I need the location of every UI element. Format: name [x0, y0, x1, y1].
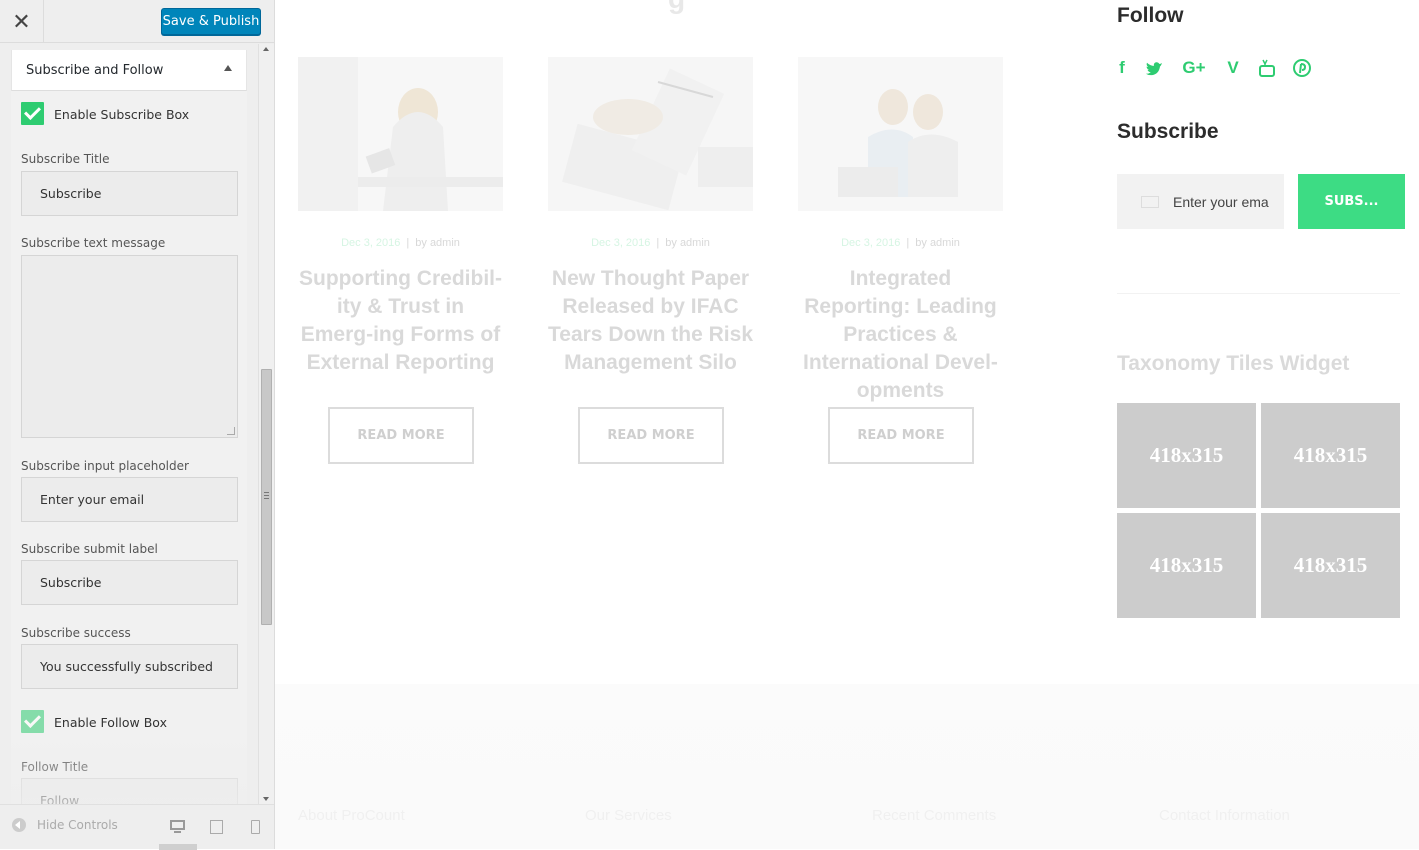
read-more-button[interactable]: READ MORE	[578, 407, 724, 464]
pinterest-icon[interactable]	[1293, 58, 1311, 78]
taxonomy-tile[interactable]: 418x315	[1117, 403, 1256, 508]
post-date[interactable]: Dec 3, 2016	[841, 237, 900, 249]
vimeo-icon[interactable]: V	[1225, 58, 1241, 78]
footer-heading-contact: Contact Information	[1159, 807, 1290, 824]
youtube-icon[interactable]	[1259, 58, 1275, 78]
subscribe-title-input[interactable]: Subscribe	[21, 171, 238, 216]
desktop-preview-icon[interactable]	[169, 818, 187, 836]
subscribe-success-field[interactable]: You successfully subscribed	[21, 644, 238, 689]
post-meta-separator: |	[656, 237, 660, 249]
save-publish-button[interactable]: Save & Publish	[161, 8, 261, 35]
section-panel: Subscribe and Follow Enable Subscribe Bo…	[11, 50, 247, 804]
scrollbar[interactable]	[258, 44, 274, 804]
subscribe-widget-title: Subscribe	[1117, 120, 1219, 143]
post-title[interactable]: Supporting Credibil-ity & Trust in Emerg…	[298, 265, 503, 377]
customizer-footer: Hide Controls	[0, 804, 274, 850]
enable-follow-label: Enable Follow Box	[54, 715, 167, 730]
social-icons: f G+ V	[1117, 58, 1329, 78]
footer-heading-about: About ProCount	[298, 807, 405, 824]
follow-title-input[interactable]: Follow	[21, 778, 238, 804]
google-plus-icon[interactable]: G+	[1181, 58, 1207, 78]
collapse-icon	[12, 818, 26, 832]
twitter-icon[interactable]	[1145, 58, 1163, 78]
post-author[interactable]: by admin	[415, 237, 460, 249]
subscribe-title-label: Subscribe Title	[21, 152, 110, 166]
taxonomy-tile[interactable]: 418x315	[1261, 403, 1400, 508]
scroll-up-arrow-icon[interactable]	[263, 47, 269, 51]
site-footer	[275, 684, 1419, 849]
customizer-sidebar: ✕ Save & Publish Subscribe and Follow En…	[0, 0, 275, 850]
follow-widget-title: Follow	[1117, 4, 1184, 27]
facebook-icon[interactable]: f	[1117, 58, 1127, 78]
read-more-button[interactable]: READ MORE	[828, 407, 974, 464]
taxonomy-tile[interactable]: 418x315	[1261, 513, 1400, 618]
subscribe-button[interactable]: SUBS...	[1298, 174, 1405, 229]
post-meta: Dec 3, 2016 | by admin	[798, 237, 1003, 249]
subscribe-email-input[interactable]: Enter your ema	[1117, 174, 1284, 229]
customizer-controls: Subscribe and Follow Enable Subscribe Bo…	[0, 44, 258, 804]
taxonomy-tiles-title: Taxonomy Tiles Widget	[1117, 352, 1350, 375]
customizer-header: ✕ Save & Publish	[0, 0, 274, 43]
scrollbar-thumb[interactable]	[261, 369, 272, 625]
post-image[interactable]	[298, 57, 503, 211]
envelope-icon	[1141, 195, 1159, 208]
input-placeholder-label: Subscribe input placeholder	[21, 459, 189, 473]
post-title[interactable]: Integrated Reporting: Leading Practices …	[798, 265, 1003, 405]
footer-heading-comments: Recent Comments	[872, 807, 997, 824]
mobile-preview-icon[interactable]	[247, 818, 265, 836]
taxonomy-tile[interactable]: 418x315	[1117, 513, 1256, 618]
input-placeholder-field[interactable]: Enter your email	[21, 477, 238, 522]
post-date[interactable]: Dec 3, 2016	[591, 237, 650, 249]
section-title: Subscribe and Follow	[26, 63, 164, 78]
grip-icon	[264, 492, 269, 499]
subscribe-success-label: Subscribe success	[21, 626, 131, 640]
subscribe-text-label: Subscribe text message	[21, 236, 166, 250]
site-preview: g Dec 3, 2016 | by admin Supporting Credib…	[275, 0, 1419, 849]
post-meta: Dec 3, 2016 | by admin	[298, 237, 503, 249]
hide-controls-button[interactable]: Hide Controls	[12, 818, 118, 832]
scroll-down-arrow-icon[interactable]	[263, 797, 269, 801]
post-image[interactable]	[548, 57, 753, 211]
post-date[interactable]: Dec 3, 2016	[341, 237, 400, 249]
close-icon[interactable]: ✕	[0, 0, 44, 43]
enable-follow-checkbox[interactable]	[21, 710, 44, 733]
footer-heading-services: Our Services	[585, 807, 672, 824]
post-meta: Dec 3, 2016 | by admin	[548, 237, 753, 249]
hide-controls-label: Hide Controls	[37, 818, 118, 832]
post-author[interactable]: by admin	[915, 237, 960, 249]
read-more-button[interactable]: READ MORE	[328, 407, 474, 464]
enable-subscribe-label: Enable Subscribe Box	[54, 107, 190, 122]
collapse-arrow-icon[interactable]	[224, 65, 232, 71]
submit-label-field[interactable]: Subscribe	[21, 560, 238, 605]
section-header[interactable]: Subscribe and Follow	[11, 50, 247, 91]
post-meta-separator: |	[906, 237, 910, 249]
tablet-preview-icon[interactable]	[208, 818, 226, 836]
submit-label-label: Subscribe submit label	[21, 542, 158, 556]
widget-divider	[1117, 293, 1400, 294]
section-heading: g	[668, 0, 685, 15]
resize-handle-icon[interactable]	[227, 427, 235, 435]
follow-title-label: Follow Title	[21, 760, 89, 774]
subscribe-email-text: Enter your ema	[1173, 193, 1269, 210]
post-meta-separator: |	[406, 237, 410, 249]
enable-subscribe-checkbox[interactable]	[21, 102, 44, 125]
post-image[interactable]	[798, 57, 1003, 211]
active-device-indicator	[159, 844, 197, 850]
subscribe-text-textarea[interactable]	[21, 255, 238, 438]
post-title[interactable]: New Thought Paper Released by IFAC Tears…	[548, 265, 753, 377]
post-author[interactable]: by admin	[665, 237, 710, 249]
